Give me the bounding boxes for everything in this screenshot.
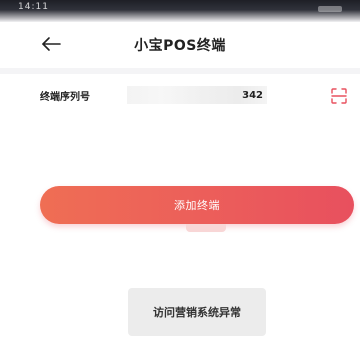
scan-icon[interactable] [330, 87, 348, 105]
status-time: 14:11 [18, 2, 49, 12]
error-toast: 访问营销系统异常 [128, 288, 266, 336]
serial-row: 终端序列号 [0, 74, 360, 120]
button-highlight [186, 224, 226, 232]
toast-message: 访问营销系统异常 [153, 306, 241, 319]
nav-bar: 小宝POS终端 [0, 22, 360, 68]
serial-number-input[interactable] [127, 86, 267, 104]
add-terminal-button[interactable]: 添加终端 [40, 186, 354, 224]
add-terminal-label: 添加终端 [174, 199, 220, 212]
serial-label: 终端序列号 [40, 92, 90, 103]
status-bar: 14:11 [0, 0, 360, 22]
status-icons [318, 6, 342, 12]
page-title: 小宝POS终端 [134, 38, 226, 54]
